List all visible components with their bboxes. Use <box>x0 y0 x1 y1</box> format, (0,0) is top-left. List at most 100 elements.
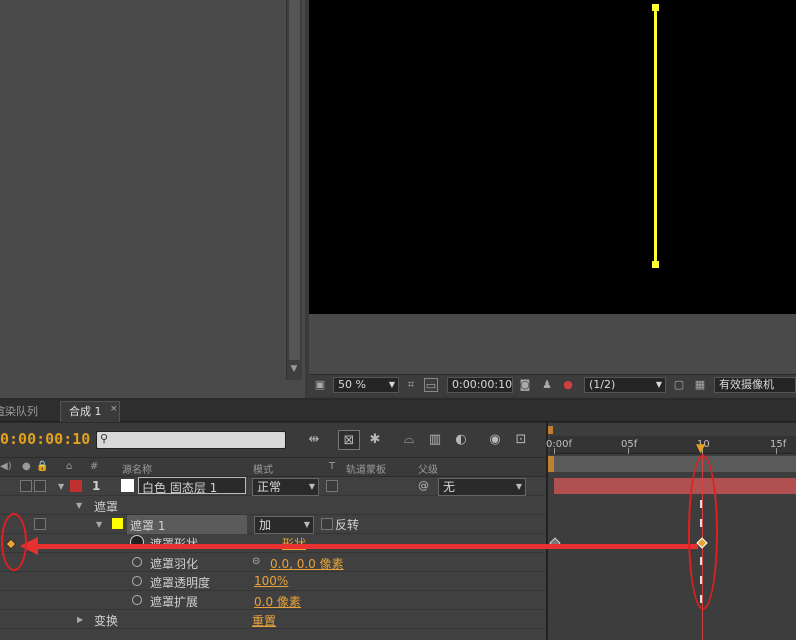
mask-name-field[interactable]: 遮罩 1 <box>127 515 247 534</box>
project-panel <box>0 0 305 398</box>
lock-icon: 🔒 <box>36 461 49 472</box>
search-input[interactable] <box>96 431 286 449</box>
mask-color-swatch[interactable] <box>112 518 123 529</box>
work-area-start-handle[interactable] <box>548 456 554 472</box>
current-time-display[interactable]: 0:00:00:10 <box>0 430 90 448</box>
tab-composition-label: 合成 1 <box>69 405 102 418</box>
chevron-down-icon: ▼ <box>515 482 522 491</box>
blend-mode-dropdown[interactable]: 正常 ▼ <box>252 478 319 496</box>
safe-zones-icon[interactable]: ⌗ <box>404 378 418 392</box>
expand-masks-icon[interactable]: ▼ <box>76 501 82 510</box>
always-preview-icon[interactable]: ▣ <box>313 378 327 392</box>
mask-vertex-top[interactable] <box>652 4 659 11</box>
viewer-timecode[interactable]: 0:00:00:10 <box>447 377 513 393</box>
current-time-indicator-icon[interactable]: ▼ <box>696 441 708 455</box>
stopwatch-icon[interactable] <box>132 595 142 605</box>
mask-feather-value[interactable]: 0.0, 0.0 像素 <box>270 555 344 572</box>
constrain-link-icon[interactable]: ⊝ <box>252 556 260 567</box>
layer-index: 1 <box>92 479 101 493</box>
solo-toggle[interactable] <box>20 480 32 492</box>
shy-layers-icon[interactable]: ⌓ <box>398 430 420 450</box>
transform-label: 变换 <box>94 614 119 628</box>
column-source-name[interactable]: 源名称 <box>122 461 152 476</box>
graph-editor-icon[interactable]: ◉ <box>484 430 506 450</box>
transform-reset[interactable]: 重置 <box>252 612 276 629</box>
expand-layer-icon[interactable]: ▼ <box>58 482 64 491</box>
color-channels-icon[interactable]: ● <box>561 378 575 392</box>
column-t: T <box>329 461 336 472</box>
expand-mask-icon[interactable]: ▼ <box>96 520 102 529</box>
label-icon: ⌂ <box>66 461 73 472</box>
parent-dropdown[interactable]: 无 ▼ <box>438 478 526 496</box>
brainstorm-icon[interactable]: ⊡ <box>510 430 532 450</box>
tab-render-queue[interactable]: 渲染队列 <box>0 403 38 421</box>
zoom-dropdown[interactable]: 50 % ▼ <box>333 377 399 393</box>
mask-expansion-label: 遮罩扩展 <box>150 595 199 609</box>
ruler-label: 15f <box>770 439 787 450</box>
comp-mini-flowchart-icon[interactable]: ⇹ <box>303 430 325 450</box>
mask-opacity-label: 遮罩透明度 <box>150 576 211 590</box>
pickwhip-icon[interactable]: @ <box>418 479 429 492</box>
parent-value: 无 <box>443 480 456 494</box>
work-area-bar[interactable] <box>554 456 796 472</box>
ruler-tick <box>554 448 555 454</box>
mask-feather-label: 遮罩羽化 <box>150 557 199 571</box>
av-switches-header: ◀) <box>0 461 12 472</box>
stopwatch-icon[interactable] <box>132 557 142 567</box>
draft-3d-icon[interactable]: ✱ <box>364 430 386 450</box>
annotation-ellipse-left <box>1 513 27 571</box>
annotation-arrow-shaft <box>36 544 698 549</box>
blend-mode-value: 正常 <box>257 480 282 494</box>
project-scroll-thumb[interactable] <box>289 0 300 360</box>
column-mode: 模式 <box>253 465 273 476</box>
column-header <box>0 457 546 477</box>
camera-snapshot-icon[interactable]: ◙ <box>518 378 532 392</box>
stopwatch-icon[interactable] <box>132 576 142 586</box>
mask-visibility-icon[interactable]: ▭ <box>424 378 438 392</box>
chevron-down-icon: ▼ <box>655 380 662 389</box>
invert-checkbox[interactable] <box>321 518 333 530</box>
viewer-pasteboard <box>309 314 796 374</box>
mask-lock-toggle[interactable] <box>34 518 46 530</box>
navigator-start-handle[interactable] <box>548 426 553 434</box>
invert-label: 反转 <box>335 518 360 532</box>
region-of-interest-icon[interactable]: ▢ <box>672 378 686 392</box>
resolution-value: (1/2) <box>589 378 616 391</box>
camera-dropdown[interactable]: 有效摄像机 <box>714 377 796 393</box>
ruler-label: 0:00f <box>546 439 572 450</box>
resolution-dropdown[interactable]: (1/2) ▼ <box>584 377 666 393</box>
expand-transform-icon[interactable]: ▶ <box>77 615 83 624</box>
layer-name-field[interactable]: 白色 固态层 1 <box>138 477 246 495</box>
mask-mode-dropdown[interactable]: 加 ▼ <box>254 516 314 534</box>
ruler-tick <box>628 448 629 454</box>
chevron-down-icon: ▼ <box>303 520 310 529</box>
motion-blur-icon[interactable]: ◐ <box>450 430 472 450</box>
label-color[interactable] <box>70 480 82 492</box>
live-update-icon[interactable]: ⊠ <box>338 430 360 450</box>
time-ruler[interactable] <box>550 436 796 454</box>
lock-toggle[interactable] <box>34 480 46 492</box>
ruler-tick <box>776 448 777 454</box>
close-icon[interactable]: × <box>110 404 118 414</box>
mask-opacity-value[interactable]: 100% <box>254 574 288 588</box>
solid-color-swatch <box>121 479 134 492</box>
ruler-label: 05f <box>621 439 638 450</box>
mask-path[interactable] <box>654 8 657 264</box>
mask-name: 遮罩 1 <box>130 519 166 533</box>
frame-blending-icon[interactable]: ▥ <box>424 430 446 450</box>
mask-mode-value: 加 <box>259 518 272 532</box>
column-parent: 父级 <box>418 465 438 476</box>
transparency-grid-icon[interactable]: ▦ <box>693 378 707 392</box>
chevron-down-icon: ▼ <box>308 482 315 491</box>
mask-expansion-value[interactable]: 0.0 像素 <box>254 593 301 610</box>
preserve-transparency-toggle[interactable] <box>326 480 338 492</box>
column-trkmat: 轨道蒙板 <box>346 465 386 476</box>
composition-canvas[interactable] <box>309 0 796 314</box>
show-snapshot-icon[interactable]: ♟ <box>540 378 554 392</box>
scroll-down-arrow-icon[interactable]: ▼ <box>287 362 301 376</box>
annotation-ellipse-right <box>688 455 718 610</box>
solo-icon: ● <box>22 461 31 472</box>
masks-group-label: 遮罩 <box>94 500 119 514</box>
mask-vertex-bottom[interactable] <box>652 261 659 268</box>
layer-duration-bar[interactable] <box>554 478 796 494</box>
